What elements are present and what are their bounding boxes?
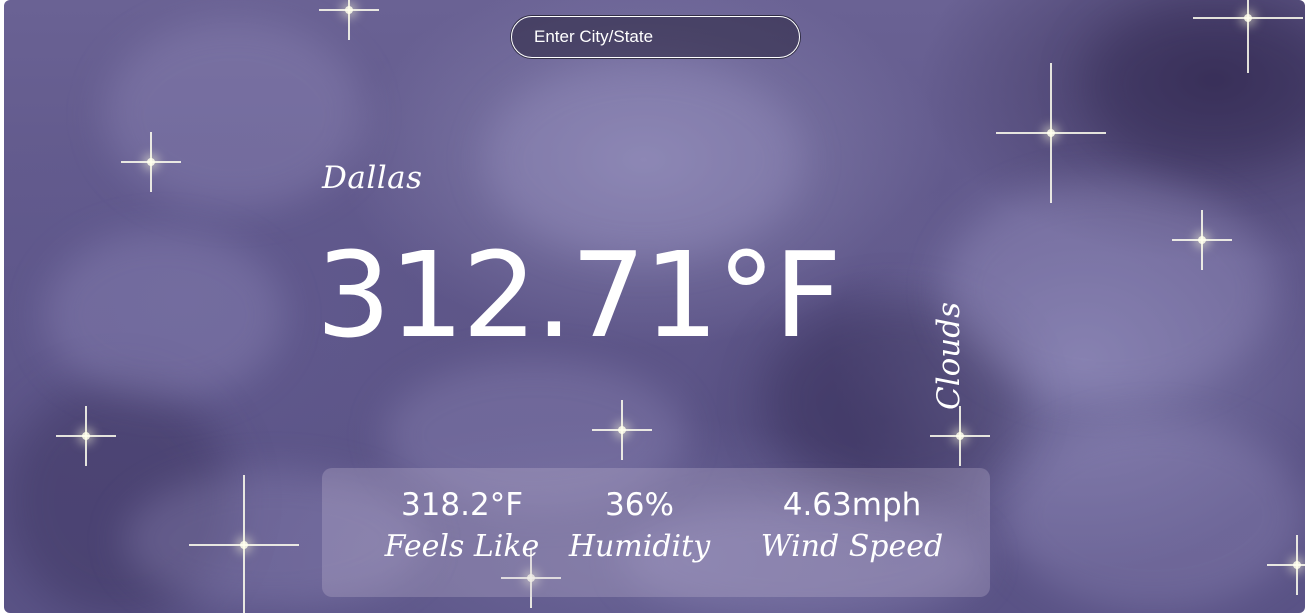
- feels-like-value: 318.2°F: [400, 487, 524, 523]
- wind-speed-stat: 4.63mph Wind Speed: [742, 486, 962, 568]
- city-name: Dallas: [322, 160, 423, 196]
- city-search-input[interactable]: [511, 16, 800, 58]
- humidity-value: 36%: [605, 487, 674, 523]
- current-temperature: 312.71°F: [316, 226, 842, 364]
- weather-details-panel: 318.2°F Feels Like 36% Humidity 4.63mph …: [322, 468, 990, 597]
- humidity-stat: 36% Humidity: [552, 486, 727, 568]
- wind-speed-label: Wind Speed: [760, 528, 944, 564]
- feels-like-label: Feels Like: [384, 528, 540, 564]
- humidity-label: Humidity: [568, 528, 711, 564]
- weather-condition-label: Clouds: [931, 301, 967, 411]
- feels-like-stat: 318.2°F Feels Like: [362, 486, 562, 568]
- weather-app: Dallas 312.71°F Clouds 318.2°F Feels Lik…: [4, 0, 1305, 613]
- wind-speed-value: 4.63mph: [782, 487, 922, 523]
